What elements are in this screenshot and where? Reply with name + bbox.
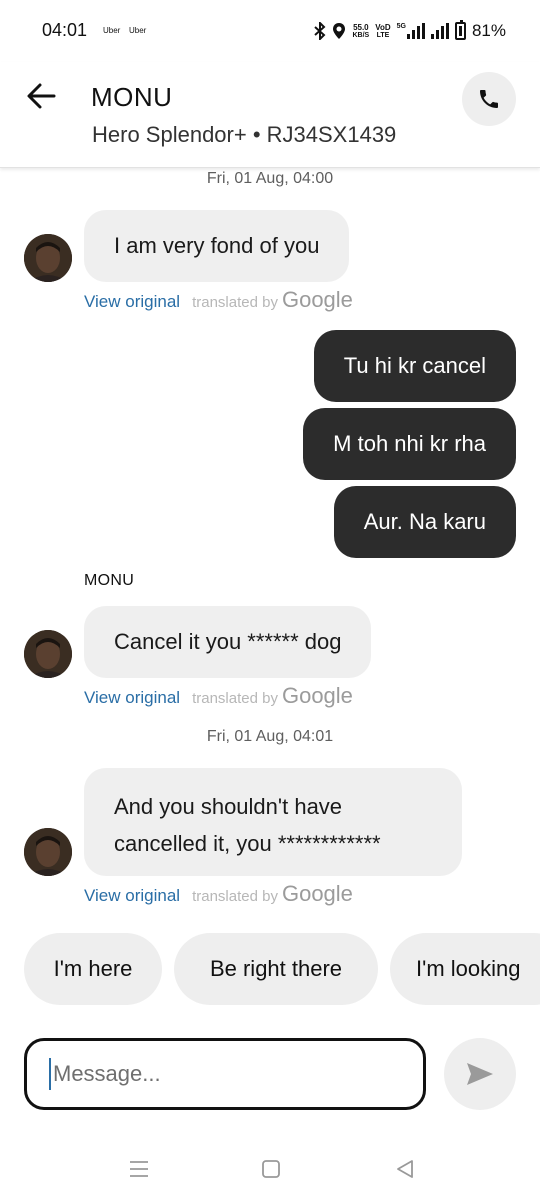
signal-5g: 5G	[397, 23, 425, 39]
translated-by-label: translated by Google	[192, 683, 353, 708]
view-original-link[interactable]: View original	[84, 886, 180, 906]
date-separator: Fri, 01 Aug, 04:00	[206, 170, 334, 187]
translation-meta: View original translated by Google	[84, 287, 353, 313]
avatar-image	[24, 630, 72, 678]
quick-replies: I'm here Be right there I'm looking	[24, 933, 540, 1005]
send-button[interactable]	[444, 1038, 516, 1110]
outgoing-message: Aur. Na karu	[333, 486, 516, 558]
signal-bars-icon	[430, 23, 449, 39]
message-placeholder: Message...	[53, 1061, 161, 1086]
contact-name: MONU	[91, 82, 173, 112]
translation-meta: View original translated by Google	[84, 683, 353, 709]
signal-bars-icon	[406, 23, 425, 39]
incoming-message: And you shouldn't have cancelled it, you…	[84, 768, 462, 876]
view-original-link[interactable]: View original	[84, 292, 180, 312]
back-icon	[397, 1160, 413, 1178]
volte-indicator: VoD LTE	[375, 22, 391, 39]
battery-percent: 81%	[471, 21, 506, 40]
message-text: Aur. Na karu	[363, 509, 486, 534]
sender-label: MONU	[84, 572, 135, 589]
battery-icon	[454, 20, 466, 40]
network-speed: 55.0 KB/S	[352, 22, 370, 39]
date-separator: Fri, 01 Aug, 04:01	[206, 728, 334, 745]
message-input[interactable]: Message...	[24, 1038, 426, 1110]
message-text: Tu hi kr cancel	[343, 353, 486, 378]
google-logo: Google	[281, 683, 353, 708]
call-button[interactable]	[462, 72, 516, 126]
outgoing-message: M toh nhi kr rha	[303, 408, 516, 480]
google-logo: Google	[281, 287, 353, 312]
incoming-message: I am very fond of you	[84, 210, 350, 282]
incoming-message: Cancel it you ****** dog	[84, 606, 372, 678]
phone-icon	[480, 90, 498, 108]
avatar	[24, 630, 72, 678]
status-bar: 04:01 Uber Uber 55.0 KB/S VoD LTE 5G 81%	[0, 0, 540, 62]
quick-reply-chip[interactable]: I'm looking	[390, 933, 540, 1005]
text-cursor	[49, 1058, 51, 1090]
back-button[interactable]	[24, 80, 60, 112]
system-nav-bar	[0, 1140, 540, 1200]
translated-by-label: translated by Google	[192, 287, 353, 312]
avatar-image	[24, 234, 72, 282]
status-icons: 55.0 KB/S VoD LTE 5G 81%	[314, 18, 506, 44]
status-time: 04:01	[42, 20, 88, 40]
recents-button[interactable]	[124, 1154, 154, 1184]
quick-reply-chip[interactable]: Be right there	[174, 933, 378, 1005]
avatar	[24, 828, 72, 876]
status-app-badge: Uber	[103, 26, 121, 35]
message-text: Cancel it you ****** dog	[114, 629, 342, 654]
avatar	[24, 234, 72, 282]
message-text: And you shouldn't have cancelled it, you…	[114, 794, 381, 856]
translated-by-label: translated by Google	[192, 881, 353, 906]
message-text: M toh nhi kr rha	[333, 431, 486, 456]
quick-reply-chip[interactable]: I'm here	[24, 933, 162, 1005]
send-icon	[467, 1063, 493, 1085]
chat-header: MONU Hero Splendor+ • RJ34SX1439	[0, 62, 540, 168]
menu-icon	[130, 1161, 148, 1177]
view-original-link[interactable]: View original	[84, 688, 180, 708]
bluetooth-icon	[314, 22, 326, 40]
home-icon	[262, 1160, 280, 1178]
outgoing-message: Tu hi kr cancel	[313, 330, 516, 402]
location-icon	[333, 23, 346, 39]
translation-meta: View original translated by Google	[84, 881, 353, 907]
vehicle-info: Hero Splendor+ • RJ34SX1439	[92, 122, 397, 147]
google-logo: Google	[281, 881, 353, 906]
home-button[interactable]	[256, 1154, 286, 1184]
arrow-left-icon	[27, 83, 56, 109]
avatar-image	[24, 828, 72, 876]
message-text: I am very fond of you	[114, 233, 320, 258]
nav-back-button[interactable]	[390, 1154, 420, 1184]
status-app-badge: Uber	[129, 26, 147, 35]
